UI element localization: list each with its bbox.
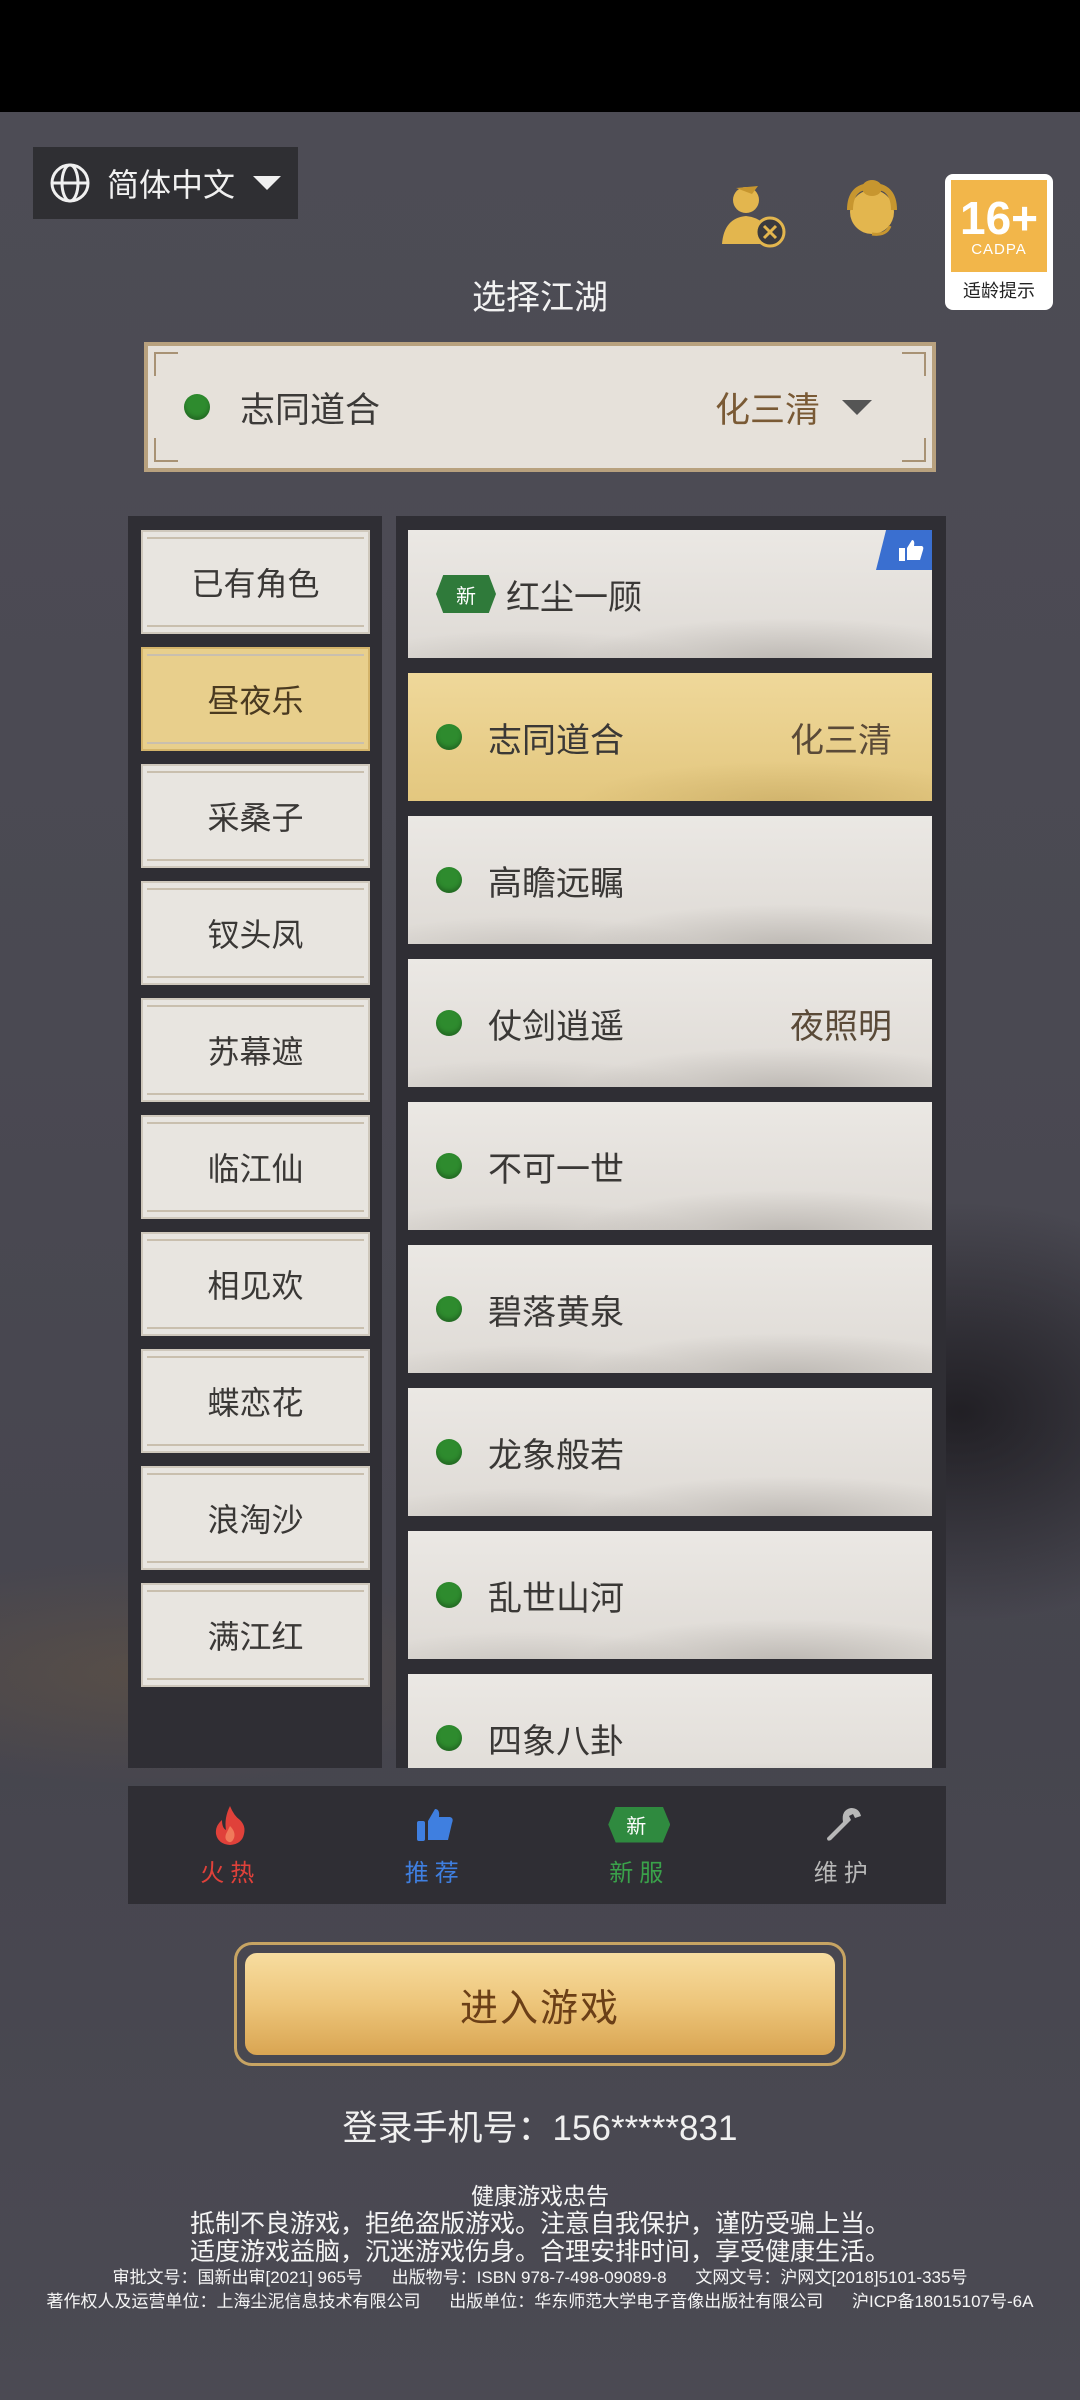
- legend-hot-label: 火热: [200, 1859, 261, 1887]
- server-name: 乱世山河: [488, 1579, 624, 1618]
- server-name: 仗剑逍遥: [488, 1007, 624, 1046]
- server-item[interactable]: 四象八卦: [408, 1674, 932, 1768]
- category-item[interactable]: 采桑子: [141, 764, 370, 868]
- server-item[interactable]: 乱世山河: [408, 1531, 932, 1659]
- new-server-badge: 新: [608, 1806, 671, 1843]
- enter-game-button[interactable]: 进入游戏: [234, 1942, 846, 2066]
- page-title: 选择江湖: [472, 279, 608, 317]
- server-name: 龙象般若: [488, 1436, 624, 1475]
- legend-recommend-label: 推荐: [404, 1859, 465, 1887]
- operator: 著作权人及运营单位：上海尘泥信息技术有限公司: [46, 2292, 421, 2311]
- server-status-dot: [436, 1439, 462, 1465]
- wrench-icon: [826, 1807, 861, 1841]
- server-status-dot: [436, 1153, 462, 1179]
- server-item-active[interactable]: 志同道合 化三清: [408, 673, 932, 801]
- health-notice: 健康游戏忠告 抵制不良游戏，拒绝盗版游戏。注意自我保护，谨防受骗上当。 适度游戏…: [0, 2182, 1080, 2314]
- category-item[interactable]: 钗头凤: [141, 881, 370, 985]
- legend-hot: 火热: [128, 1786, 333, 1904]
- server-status-dot: [436, 1582, 462, 1608]
- server-character: 夜照明: [790, 1007, 892, 1046]
- fire-icon: [216, 1805, 245, 1845]
- category-item[interactable]: 已有角色: [141, 530, 370, 634]
- new-server-badge: 新: [436, 575, 496, 613]
- server-status-dot: [436, 1296, 462, 1322]
- category-item[interactable]: 蝶恋花: [141, 1349, 370, 1453]
- server-category-list: 已有角色 昼夜乐 采桑子 钗头凤 苏幕遮 临江仙 相见欢 蝶恋花 浪淘沙 满江红: [128, 516, 382, 1768]
- age-rating: 16+: [959, 191, 1039, 244]
- globe-icon: [50, 163, 90, 203]
- server-list: 新 红尘一顾 志同道合 化三清 高瞻远瞩 仗剑逍遥 夜照明 不可一世 碧落黄泉: [396, 516, 946, 1768]
- frame-corner: [154, 438, 178, 462]
- frame-corner: [154, 352, 178, 376]
- server-name: 红尘一顾: [506, 578, 642, 617]
- age-rating-box: 16+ CADPA: [951, 180, 1047, 272]
- login-phone: 登录手机号：156*****831: [342, 2109, 738, 2148]
- notice-line: 适度游戏益脑，沉迷游戏伤身。合理安排时间，享受健康生活。: [189, 2238, 890, 2266]
- notice-line: 抵制不良游戏，拒绝盗版游戏。注意自我保护，谨防受骗上当。: [189, 2210, 890, 2238]
- game-login-screen: 简体中文 16+ CADPA 适龄提示 选择江湖 志同道合 化三清 已有角色 昼…: [0, 112, 1080, 2400]
- thumbs-up-icon: [416, 1808, 453, 1841]
- legend-maintenance-label: 维护: [813, 1859, 874, 1887]
- server-name: 不可一世: [488, 1150, 624, 1189]
- server-character: 化三清: [790, 721, 892, 760]
- notice-license-row: 审批文号：国新出审[2021] 965号 出版物号：ISBN 978-7-498…: [0, 2266, 1080, 2290]
- customer-service-icon[interactable]: [832, 174, 912, 254]
- server-item[interactable]: 新 红尘一顾: [408, 530, 932, 658]
- approval-number: 审批文号：国新出审[2021] 965号: [112, 2268, 363, 2287]
- server-status-legend: 火热 推荐 新 新服 维护: [128, 1786, 946, 1904]
- frame-corner: [902, 352, 926, 376]
- culture-license: 文网文号：沪网文[2018]5101-335号: [695, 2268, 968, 2287]
- server-item[interactable]: 仗剑逍遥 夜照明: [408, 959, 932, 1087]
- server-status-dot: [436, 867, 462, 893]
- server-name: 碧落黄泉: [488, 1293, 624, 1332]
- category-item[interactable]: 浪淘沙: [141, 1466, 370, 1570]
- legend-maintenance: 维护: [742, 1786, 947, 1904]
- publisher: 出版单位：华东师范大学电子音像出版社有限公司: [449, 2292, 824, 2311]
- server-status-dot: [436, 724, 462, 750]
- legend-recommend: 推荐: [333, 1786, 538, 1904]
- publication-number: 出版物号：ISBN 978-7-498-09089-8: [391, 2268, 667, 2287]
- server-name: 四象八卦: [488, 1722, 624, 1761]
- age-rating-org: CADPA: [971, 240, 1027, 258]
- legend-new: 新 新服: [537, 1786, 742, 1904]
- notice-company-row: 著作权人及运营单位：上海尘泥信息技术有限公司 出版单位：华东师范大学电子音像出版…: [0, 2290, 1080, 2314]
- server-name: 高瞻远瞩: [488, 864, 624, 903]
- server-status-dot: [436, 1010, 462, 1036]
- chevron-down-icon: [253, 176, 282, 190]
- server-name: 志同道合: [488, 721, 624, 760]
- current-character-name: 化三清: [714, 390, 820, 430]
- server-status-dot: [436, 1725, 462, 1751]
- category-item-active[interactable]: 昼夜乐: [141, 647, 370, 751]
- current-server-name: 志同道合: [240, 390, 381, 430]
- enter-game-label: 进入游戏: [245, 1953, 835, 2055]
- category-item[interactable]: 临江仙: [141, 1115, 370, 1219]
- server-item[interactable]: 不可一世: [408, 1102, 932, 1230]
- account-switch-icon[interactable]: [712, 174, 792, 254]
- server-item[interactable]: 碧落黄泉: [408, 1245, 932, 1373]
- server-status-dot: [184, 394, 210, 420]
- frame-corner: [902, 438, 926, 462]
- thumbs-up-icon: [876, 530, 932, 570]
- language-selector[interactable]: 简体中文: [33, 147, 298, 219]
- category-item[interactable]: 满江红: [141, 1583, 370, 1687]
- language-label: 简体中文: [107, 167, 236, 203]
- chevron-down-icon: [842, 399, 872, 415]
- category-item[interactable]: 苏幕遮: [141, 998, 370, 1102]
- notice-heading: 健康游戏忠告: [471, 2183, 609, 2209]
- server-item[interactable]: 龙象般若: [408, 1388, 932, 1516]
- server-item[interactable]: 高瞻远瞩: [408, 816, 932, 944]
- current-server-selector[interactable]: 志同道合 化三清: [144, 342, 936, 472]
- legend-new-label: 新服: [609, 1859, 670, 1887]
- icp-number: 沪ICP备18015107号-6A: [852, 2292, 1034, 2311]
- category-item[interactable]: 相见欢: [141, 1232, 370, 1336]
